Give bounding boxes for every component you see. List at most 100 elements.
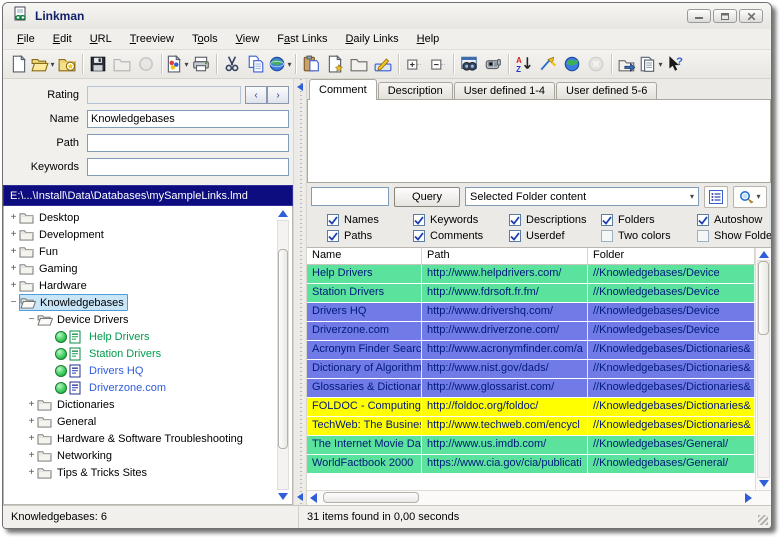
- tree-expander[interactable]: +: [26, 399, 37, 410]
- table-hscroll-thumb[interactable]: [323, 492, 419, 503]
- checkbox-icon[interactable]: [697, 230, 709, 242]
- column-options-button[interactable]: [704, 186, 728, 208]
- edit-link-button[interactable]: [371, 52, 395, 76]
- table-scroll-left-icon[interactable]: [310, 493, 317, 503]
- table-row[interactable]: Glossaries & Dictionarieshttp://www.glos…: [307, 379, 755, 398]
- folder-properties-button[interactable]: [615, 52, 639, 76]
- table-row[interactable]: Drivers HQhttp://www.drivershq.com///Kno…: [307, 303, 755, 322]
- filter-userdef[interactable]: Userdef: [509, 230, 601, 242]
- query-input[interactable]: [311, 187, 389, 206]
- checkbox-icon[interactable]: [413, 230, 425, 242]
- table-scroll-up-icon[interactable]: [759, 251, 769, 258]
- tree-item-desktop[interactable]: +Desktop: [8, 209, 274, 226]
- filter-keywords[interactable]: Keywords: [413, 214, 509, 226]
- rating-next-button[interactable]: ›: [267, 86, 289, 104]
- query-button[interactable]: Query: [394, 187, 460, 207]
- tree-item-help-drivers[interactable]: Help Drivers: [8, 328, 274, 345]
- splitter-collapse-bottom-icon[interactable]: [297, 493, 303, 501]
- tree-expander[interactable]: +: [8, 229, 19, 240]
- checkbox-icon[interactable]: [601, 214, 613, 226]
- table-row[interactable]: TechWeb: The Businesshttp://www.techweb.…: [307, 417, 755, 436]
- close-button[interactable]: [739, 9, 763, 23]
- chevron-down-icon[interactable]: ▾: [184, 60, 188, 69]
- filter-paths[interactable]: Paths: [327, 230, 413, 242]
- tree-expander[interactable]: +: [8, 246, 19, 257]
- chevron-down-icon[interactable]: ▾: [287, 60, 291, 69]
- tree-expander[interactable]: +: [26, 467, 37, 478]
- table-scroll-thumb[interactable]: [758, 261, 769, 335]
- table-row[interactable]: WorldFactbook 2000https://www.cia.gov/ci…: [307, 455, 755, 474]
- panel-splitter[interactable]: [293, 79, 307, 505]
- cut-button[interactable]: [220, 52, 244, 76]
- browser-integration-button[interactable]: ▾: [268, 52, 292, 76]
- splitter-collapse-top-icon[interactable]: [297, 83, 303, 91]
- tree-item-fun[interactable]: +Fun: [8, 243, 274, 260]
- new-database-button[interactable]: [7, 52, 31, 76]
- chevron-down-icon[interactable]: ▾: [50, 60, 54, 69]
- tree-item-gaming[interactable]: +Gaming: [8, 260, 274, 277]
- chevron-down-icon[interactable]: ▾: [756, 192, 760, 201]
- resize-grip[interactable]: [758, 515, 768, 525]
- print-button[interactable]: [189, 52, 213, 76]
- checkbox-icon[interactable]: [413, 214, 425, 226]
- column-header-path[interactable]: Path: [422, 248, 588, 264]
- get-from-browser-button[interactable]: [481, 52, 505, 76]
- menu-item-url[interactable]: URL: [82, 31, 120, 47]
- tree-expander[interactable]: +: [8, 280, 19, 291]
- open-in-browser-button[interactable]: [560, 52, 584, 76]
- database-path-bar[interactable]: E:\...\Install\Data\Databases\mySampleLi…: [3, 185, 293, 206]
- tree-expander[interactable]: +: [8, 212, 19, 223]
- menu-item-treeview[interactable]: Treeview: [122, 31, 182, 47]
- title-bar[interactable]: Linkman: [3, 3, 771, 29]
- check-links-button[interactable]: [536, 52, 560, 76]
- tree-item-knowledgebases[interactable]: −Knowledgebases: [8, 294, 274, 311]
- add-folder-button[interactable]: [347, 52, 371, 76]
- tree-scroll-track[interactable]: [277, 220, 289, 490]
- table-row[interactable]: The Internet Movie Databahttp://www.us.i…: [307, 436, 755, 455]
- table-scroll-down-icon[interactable]: [759, 480, 769, 487]
- filter-folders[interactable]: Folders: [601, 214, 697, 226]
- import-wizard-button[interactable]: ▾: [165, 52, 189, 76]
- menu-item-file[interactable]: File: [9, 31, 43, 47]
- checkbox-icon[interactable]: [601, 230, 613, 242]
- tree-item-hardware-software-troubleshooting[interactable]: +Hardware & Software Troubleshooting: [8, 430, 274, 447]
- tree-item-drivers-hq[interactable]: Drivers HQ: [8, 362, 274, 379]
- filter-descriptions[interactable]: Descriptions: [509, 214, 601, 226]
- filter-two-colors[interactable]: Two colors: [601, 230, 697, 242]
- tab-description[interactable]: Description: [378, 82, 453, 100]
- query-scope-combobox[interactable]: Selected Folder content ▾: [465, 187, 699, 206]
- checkbox-icon[interactable]: [509, 230, 521, 242]
- minimize-button[interactable]: [687, 9, 711, 23]
- tree-scroll-up-icon[interactable]: [278, 210, 288, 217]
- save-database-button[interactable]: [86, 52, 110, 76]
- column-header-folder[interactable]: Folder: [588, 248, 755, 264]
- comment-area[interactable]: [307, 99, 771, 183]
- tree-item-general[interactable]: +General: [8, 413, 274, 430]
- table-hscroll-track[interactable]: [321, 492, 741, 504]
- menu-item-edit[interactable]: Edit: [45, 31, 80, 47]
- open-database-button[interactable]: ▾: [31, 52, 55, 76]
- database-wizard-button[interactable]: [55, 52, 79, 76]
- filter-names[interactable]: Names: [327, 214, 413, 226]
- copy-button[interactable]: [244, 52, 268, 76]
- path-field[interactable]: [87, 134, 289, 152]
- table-row[interactable]: Driverzone.comhttp://www.driverzone.com/…: [307, 322, 755, 341]
- table-row[interactable]: Help Drivershttp://www.helpdrivers.com//…: [307, 265, 755, 284]
- tree-expander[interactable]: +: [8, 263, 19, 274]
- menu-item-help[interactable]: Help: [409, 31, 448, 47]
- tree-expander[interactable]: +: [26, 433, 37, 444]
- tree-expander[interactable]: −: [8, 297, 19, 308]
- checkbox-icon[interactable]: [697, 214, 709, 226]
- filter-autoshow[interactable]: Autoshow: [697, 214, 772, 226]
- tab-user-defined-1-4[interactable]: User defined 1-4: [454, 82, 555, 100]
- tab-comment[interactable]: Comment: [309, 79, 377, 100]
- keywords-field[interactable]: [87, 158, 289, 176]
- chevron-down-icon[interactable]: ▾: [690, 192, 694, 201]
- table-horizontal-scrollbar[interactable]: [307, 490, 771, 505]
- tree-scrollbar[interactable]: [276, 208, 290, 502]
- tree-item-device-drivers[interactable]: −Device Drivers: [8, 311, 274, 328]
- sort-az-button[interactable]: AZ: [512, 52, 536, 76]
- tree-item-dictionaries[interactable]: +Dictionaries: [8, 396, 274, 413]
- context-help-button[interactable]: ?: [663, 52, 687, 76]
- table-scroll-right-icon[interactable]: [745, 493, 752, 503]
